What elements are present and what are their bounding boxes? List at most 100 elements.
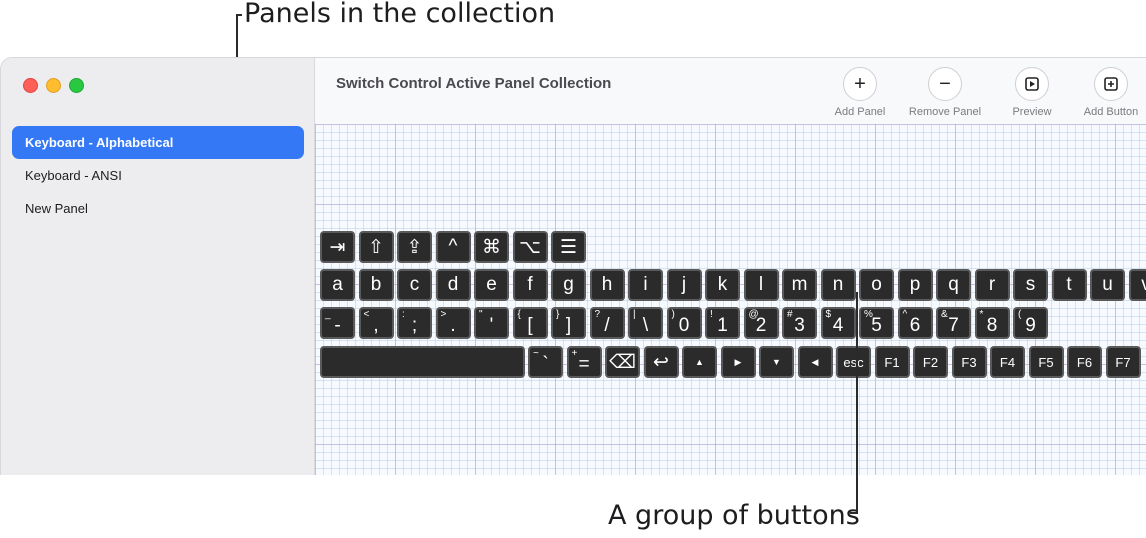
key-l[interactable]: l xyxy=(743,269,779,301)
add-panel-button[interactable]: + Add Panel xyxy=(820,67,900,118)
key-j[interactable]: j xyxy=(666,269,702,301)
arrow-right-icon[interactable]: ▶ xyxy=(720,346,756,378)
key-main-label: 5 xyxy=(871,315,882,336)
play-icon xyxy=(1015,67,1049,101)
f2-key[interactable]: F2 xyxy=(913,346,948,378)
key-alt-label: } xyxy=(556,309,560,320)
key-alt-label: ? xyxy=(594,309,601,320)
key-1[interactable]: <, xyxy=(358,307,394,339)
callout-buttons: A group of buttons xyxy=(608,500,860,531)
key-m[interactable]: m xyxy=(782,269,817,301)
key-15[interactable]: ^ 6 xyxy=(897,307,933,339)
callout-panels: Panels in the collection xyxy=(244,0,556,29)
callout-tick-panels xyxy=(236,14,242,16)
key-main-label: 1 xyxy=(717,315,728,336)
shift-icon[interactable]: ⇧ xyxy=(358,231,394,263)
key-11[interactable]: @2 xyxy=(743,307,779,339)
key-s[interactable]: s xyxy=(1013,269,1048,301)
control-icon[interactable]: ^ xyxy=(435,231,471,263)
arrow-down-icon[interactable]: ▼ xyxy=(759,346,794,378)
key-alt-label: | xyxy=(633,309,636,320)
key-i[interactable]: i xyxy=(628,269,663,301)
key-t[interactable]: t xyxy=(1051,269,1087,301)
key-12[interactable]: #3 xyxy=(782,307,817,339)
key-14[interactable]: % 5 xyxy=(859,307,894,339)
sidebar: Keyboard - Alphabetical Keyboard - ANSI … xyxy=(1,58,315,475)
key-18[interactable]: (9 xyxy=(1013,307,1048,339)
f4-key[interactable]: F4 xyxy=(990,346,1025,378)
key-h[interactable]: h xyxy=(589,269,625,301)
delete-icon[interactable]: ⌫ xyxy=(605,346,640,378)
key-a[interactable]: a xyxy=(320,269,355,301)
add-button-button[interactable]: Add Button xyxy=(1071,67,1146,118)
tab-icon[interactable]: ⇥ xyxy=(320,231,355,263)
preview-button[interactable]: Preview xyxy=(992,67,1072,118)
key-13[interactable]: $4 xyxy=(820,307,856,339)
key-8[interactable]: | \ xyxy=(628,307,663,339)
key-q[interactable]: q xyxy=(936,269,971,301)
list-icon[interactable]: ☰ xyxy=(551,231,586,263)
option-icon[interactable]: ⌥ xyxy=(512,231,548,263)
sidebar-item-keyboard-alphabetical[interactable]: Keyboard - Alphabetical xyxy=(12,126,304,159)
equals-key[interactable]: + = xyxy=(566,346,602,378)
window-title: Switch Control Active Panel Collection xyxy=(336,75,612,92)
key-k[interactable]: k xyxy=(705,269,740,301)
space-key[interactable] xyxy=(320,346,525,378)
key-b[interactable]: b xyxy=(358,269,394,301)
key-main-label: \ xyxy=(642,315,649,336)
key-3[interactable]: >. xyxy=(435,307,471,339)
f7-key[interactable]: F7 xyxy=(1105,346,1141,378)
key-p[interactable]: p xyxy=(897,269,933,301)
f1-key[interactable]: F1 xyxy=(874,346,910,378)
key-alt-label: $ xyxy=(825,309,832,320)
sidebar-item-keyboard-ansi[interactable]: Keyboard - ANSI xyxy=(12,159,304,192)
app-window: Keyboard - Alphabetical Keyboard - ANSI … xyxy=(0,57,1146,475)
key-o[interactable]: o xyxy=(859,269,894,301)
key-6[interactable]: }] xyxy=(551,307,586,339)
arrow-left-icon[interactable]: ◀ xyxy=(797,346,833,378)
key-0[interactable]: _ - xyxy=(320,307,355,339)
key-n[interactable]: n xyxy=(820,269,856,301)
caps-lock-icon[interactable]: ⇪ xyxy=(397,231,432,263)
f6-key[interactable]: F6 xyxy=(1067,346,1102,378)
key-g[interactable]: g xyxy=(551,269,586,301)
key-9[interactable]: ) 0 xyxy=(666,307,702,339)
minimize-window-button[interactable] xyxy=(46,78,61,93)
remove-panel-button[interactable]: − Remove Panel xyxy=(905,67,985,118)
backtick-key[interactable]: ~ ` xyxy=(528,346,563,378)
key-2[interactable]: :; xyxy=(397,307,432,339)
key-alt-label: { xyxy=(517,309,521,320)
key-4[interactable]: " ' xyxy=(474,307,509,339)
key-7[interactable]: ? / xyxy=(589,307,625,339)
return-icon[interactable]: ↩ xyxy=(643,346,679,378)
key-u[interactable]: u xyxy=(1090,269,1125,301)
add-panel-label: Add Panel xyxy=(834,106,886,118)
key-alt-label: < xyxy=(363,309,370,320)
key-16[interactable]: & 7 xyxy=(936,307,971,339)
key-main-label: ; xyxy=(411,315,418,336)
key-c[interactable]: c xyxy=(397,269,432,301)
key-main-label: 4 xyxy=(832,315,844,336)
panel-canvas[interactable]: ⇥⇧⇪^⌘⌥☰abcdefghijklmnopqrstuv_-<,:;>."'{… xyxy=(315,124,1146,475)
arrow-up-icon[interactable]: ▲ xyxy=(682,346,717,378)
key-alt-label: " xyxy=(479,309,483,320)
f3-key[interactable]: F3 xyxy=(951,346,987,378)
key-alt-label: _ xyxy=(325,309,331,320)
key-main-label: 6 xyxy=(909,315,921,336)
key-17[interactable]: * 8 xyxy=(974,307,1010,339)
key-5[interactable]: {[ xyxy=(512,307,548,339)
f5-key[interactable]: F5 xyxy=(1028,346,1064,378)
close-window-button[interactable] xyxy=(23,78,38,93)
key-alt-label: # xyxy=(787,309,793,320)
key-r[interactable]: r xyxy=(974,269,1010,301)
command-icon[interactable]: ⌘ xyxy=(474,231,509,263)
key-10[interactable]: ! 1 xyxy=(705,307,740,339)
key-e[interactable]: e xyxy=(474,269,509,301)
key-d[interactable]: d xyxy=(435,269,471,301)
key-main-label: 9 xyxy=(1025,315,1036,336)
zoom-window-button[interactable] xyxy=(69,78,84,93)
sidebar-item-new-panel[interactable]: New Panel xyxy=(12,192,304,225)
esc-key[interactable]: esc xyxy=(836,346,871,378)
key-v[interactable]: v xyxy=(1128,269,1146,301)
key-f[interactable]: f xyxy=(512,269,548,301)
